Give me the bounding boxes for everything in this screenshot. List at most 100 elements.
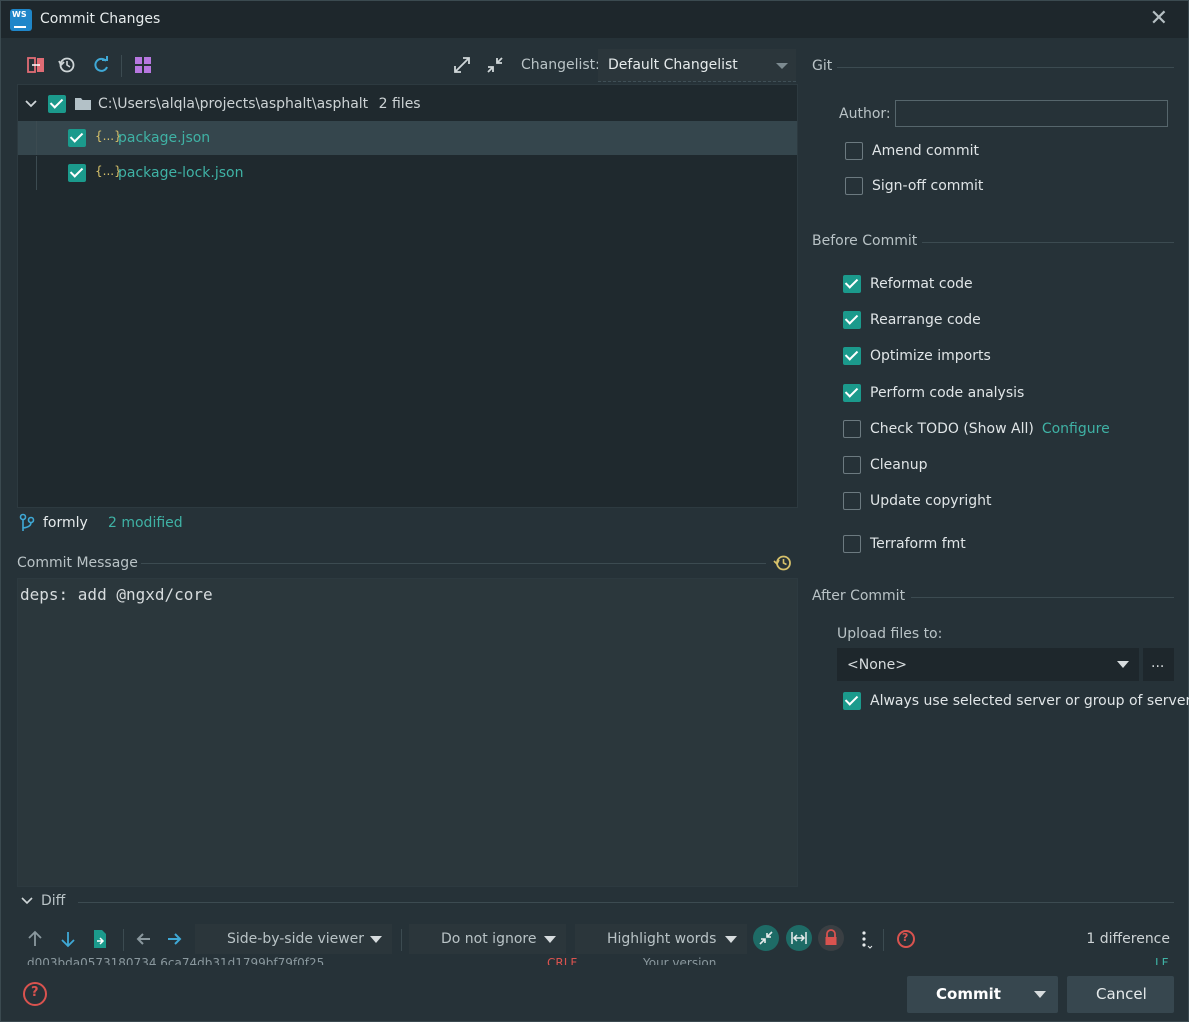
changes-toolbar: Changelist: Default Changelist [17, 49, 798, 83]
highlight-mode-value: Highlight words [607, 931, 717, 947]
changelist-dropdown[interactable]: Default Changelist [598, 49, 796, 82]
file-name: package-lock.json [118, 165, 244, 181]
help-icon[interactable]: ? [897, 930, 915, 948]
chevron-down-icon [544, 936, 556, 943]
chevron-down-icon [370, 936, 382, 943]
toolbar-separator [123, 929, 124, 951]
changelist-label: Changelist: [521, 57, 600, 73]
optimize-imports-checkbox[interactable] [843, 347, 861, 365]
modified-count: 2 modified [108, 515, 183, 531]
toolbar-separator [401, 929, 402, 951]
divider [837, 67, 1174, 68]
cancel-button-label: Cancel [1096, 985, 1147, 1003]
chevron-down-icon[interactable] [24, 98, 38, 110]
refresh-icon[interactable] [91, 55, 111, 75]
commit-message-label: Commit Message [17, 555, 138, 571]
chevron-down-icon[interactable] [1034, 991, 1046, 998]
update-copyright-checkbox[interactable] [843, 492, 861, 510]
expand-all-icon[interactable] [452, 55, 472, 75]
changelist-value: Default Changelist [608, 57, 738, 73]
collapse-unchanged-icon[interactable] [753, 925, 779, 951]
check-todo-text: Check TODO (Show All) [870, 421, 1034, 437]
viewer-mode-value: Side-by-side viewer [227, 931, 365, 947]
optimize-imports-label: Optimize imports [870, 348, 991, 364]
tree-file-row[interactable]: {...} package-lock.json [18, 156, 797, 190]
file-checkbox[interactable] [68, 129, 86, 147]
line-separator-crlf: CRLF [547, 957, 578, 965]
group-by-icon[interactable] [133, 55, 153, 75]
arrow-up-icon[interactable] [27, 930, 43, 948]
tree-guide-line [36, 121, 37, 155]
toolbar-separator [121, 55, 122, 77]
upload-server-value: <None> [847, 657, 907, 673]
sign-off-commit-label: Sign-off commit [872, 178, 984, 194]
root-checkbox[interactable] [48, 95, 66, 113]
rollback-icon[interactable] [57, 55, 77, 75]
terraform-fmt-label: Terraform fmt [870, 536, 966, 552]
changes-tree: C:\Users\alqla\projects\asphalt\asphalt … [17, 84, 798, 508]
diff-toolbar: Side-by-side viewer Do not ignore Highli… [17, 921, 1174, 957]
diff-header[interactable]: Diff [17, 891, 1174, 913]
rearrange-code-checkbox[interactable] [843, 311, 861, 329]
check-todo-checkbox[interactable] [843, 420, 861, 438]
diff-file-hash: d003bda0573180734 6ca74db31d1799bf79f0f2… [27, 957, 325, 965]
cancel-button[interactable]: Cancel [1067, 976, 1174, 1013]
chevron-down-icon [776, 63, 788, 69]
highlight-mode-dropdown[interactable]: Highlight words [575, 924, 747, 954]
divider [141, 563, 766, 564]
root-path-text: C:\Users\alqla\projects\asphalt\asphalt [98, 96, 369, 112]
window-title: Commit Changes [40, 11, 161, 27]
file-checkbox[interactable] [68, 164, 86, 182]
edit-source-icon[interactable] [92, 929, 108, 949]
divider [78, 902, 1174, 903]
ignore-whitespace-dropdown[interactable]: Do not ignore [409, 924, 566, 954]
close-icon[interactable]: ✕ [1150, 7, 1168, 31]
tree-file-row[interactable]: {...} package.json [18, 121, 797, 155]
git-heading: Git [812, 58, 833, 74]
commit-message-header: Commit Message [17, 553, 798, 575]
after-commit-heading: After Commit [812, 588, 906, 604]
arrow-right-icon[interactable] [167, 931, 183, 947]
collapse-all-icon[interactable] [485, 55, 505, 75]
upload-server-dropdown[interactable]: <None> [837, 648, 1139, 681]
diff-file-header: d003bda0573180734 6ca74db31d1799bf79f0f2… [27, 957, 1172, 965]
lock-icon[interactable] [818, 925, 844, 951]
always-use-server-checkbox[interactable] [843, 692, 861, 710]
browse-servers-label: ... [1151, 655, 1165, 671]
perform-code-analysis-checkbox[interactable] [843, 384, 861, 402]
divider [922, 242, 1174, 243]
history-icon[interactable] [773, 553, 793, 573]
commit-button[interactable]: Commit [907, 976, 1058, 1013]
author-input[interactable] [895, 100, 1168, 127]
check-todo-label: Check TODO (Show All) Configure [870, 421, 1110, 437]
sign-off-commit-checkbox[interactable] [845, 177, 863, 195]
root-file-count: 2 files [378, 96, 421, 112]
commit-changes-dialog: WS Commit Changes ✕ Changelist: Default … [0, 0, 1189, 1022]
amend-commit-checkbox[interactable] [845, 142, 863, 160]
diff-icon[interactable] [26, 55, 46, 75]
commit-button-label: Commit [936, 985, 1001, 1003]
chevron-down-icon[interactable] [21, 896, 33, 906]
amend-commit-label: Amend commit [872, 143, 979, 159]
title-bar: WS Commit Changes ✕ [1, 1, 1188, 38]
help-icon[interactable]: ? [23, 982, 47, 1006]
branch-name[interactable]: formly [43, 515, 88, 531]
commit-message-input[interactable]: deps: add @ngxd/core [17, 578, 798, 887]
viewer-mode-dropdown[interactable]: Side-by-side viewer [195, 924, 392, 954]
sync-scroll-icon[interactable] [786, 925, 812, 951]
ignore-whitespace-value: Do not ignore [441, 931, 537, 947]
arrow-down-icon[interactable] [60, 930, 76, 948]
cleanup-checkbox[interactable] [843, 456, 861, 474]
terraform-fmt-checkbox[interactable] [843, 535, 861, 553]
tree-root-row[interactable]: C:\Users\alqla\projects\asphalt\asphalt … [18, 87, 797, 121]
reformat-code-checkbox[interactable] [843, 275, 861, 293]
toolbar-separator [883, 929, 884, 951]
browse-servers-button[interactable]: ... [1143, 648, 1174, 681]
more-options-icon[interactable] [859, 930, 873, 950]
configure-link[interactable]: Configure [1042, 421, 1110, 437]
arrow-left-icon[interactable] [135, 931, 151, 947]
perform-code-analysis-label: Perform code analysis [870, 385, 1025, 401]
line-separator-lf: LF [1155, 957, 1169, 965]
branch-status: formly 2 modified [17, 510, 798, 538]
branch-icon [19, 513, 35, 531]
